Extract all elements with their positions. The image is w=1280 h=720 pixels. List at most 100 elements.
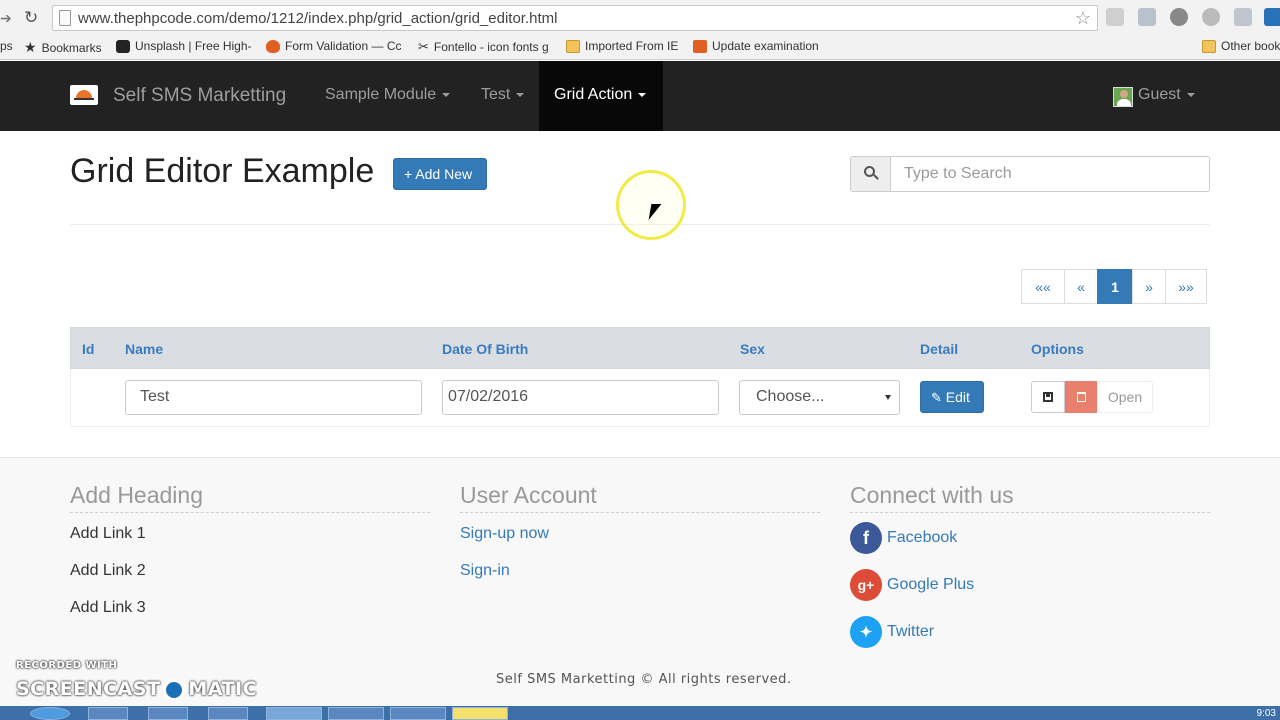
menu-icon[interactable] (1264, 8, 1280, 26)
start-button-icon[interactable] (30, 707, 70, 720)
copyright-text: Self SMS Marketting © All rights reserve… (496, 672, 792, 687)
taskbar-screencast-icon[interactable] (452, 707, 508, 720)
bookmark-label: Bookmarks (41, 40, 102, 55)
top-navbar: Self SMS Marketting Sample Module Test G… (0, 61, 1280, 131)
pagination: «« « 1 » »» (1021, 269, 1207, 304)
watermark-word2: MATIC (188, 678, 258, 700)
dob-input[interactable]: 07/02/2016 (442, 380, 719, 415)
page-icon (59, 10, 71, 26)
brand-name[interactable]: Self SMS Marketting (113, 85, 286, 107)
google-plus-link[interactable]: Google Plus (887, 576, 974, 594)
footer-link[interactable]: Add Link 1 (70, 525, 146, 543)
page-prev[interactable]: « (1064, 269, 1098, 304)
caret-down-icon (442, 92, 451, 97)
taskbar-firefox-icon[interactable] (208, 707, 248, 720)
footer-link[interactable]: Add Link 3 (70, 599, 146, 617)
nav-label: Sample Module (325, 86, 437, 103)
os-taskbar: 9:03 (0, 706, 1280, 720)
bookmark-label: Fontello - icon fonts g (433, 40, 549, 54)
extension-icon[interactable] (1234, 8, 1252, 26)
scissors-icon: ✂ (418, 39, 429, 54)
user-name: Guest (1138, 86, 1181, 103)
nav-sample-module[interactable]: Sample Module (325, 86, 451, 104)
nav-grid-action[interactable]: Grid Action (539, 61, 663, 131)
page-first[interactable]: «« (1021, 269, 1065, 304)
bookmarks-bar: ps ★ Bookmarks Unsplash | Free High- Form… (0, 36, 1280, 58)
twitter-icon[interactable]: ✦ (850, 616, 882, 648)
extension-icon[interactable] (1106, 8, 1124, 26)
folder-icon (566, 39, 580, 53)
page-next[interactable]: » (1132, 269, 1166, 304)
sex-select[interactable]: Choose... (739, 380, 900, 415)
signin-link[interactable]: Sign-in (460, 562, 510, 580)
bookmark-label: Update examination (712, 39, 819, 53)
row-options: Open (1031, 381, 1153, 413)
user-avatar[interactable] (1113, 87, 1133, 107)
address-row: ➔ ↻ www.thephpcode.com/demo/1212/index.p… (0, 0, 1280, 36)
bookmark-unsplash[interactable]: Unsplash | Free High- (116, 39, 252, 53)
nav-test[interactable]: Test (481, 86, 525, 104)
back-arrow-icon[interactable]: ➔ (0, 10, 12, 27)
extension-globe-icon[interactable] (1170, 8, 1188, 26)
bookmark-form-validation[interactable]: Form Validation — Cc (266, 39, 401, 53)
open-button[interactable]: Open (1097, 381, 1153, 413)
search-input[interactable] (892, 157, 1209, 191)
facebook-link[interactable]: Facebook (887, 529, 957, 547)
nav-label: Grid Action (554, 86, 633, 103)
page-last[interactable]: »» (1165, 269, 1207, 304)
add-new-button[interactable]: + Add New (393, 158, 487, 190)
form-icon (693, 39, 707, 53)
bookmark-label: ps (0, 39, 13, 53)
bookmark-update-examination[interactable]: Update examination (693, 39, 819, 53)
taskbar-clock: 9:03 (1256, 708, 1276, 719)
bookmark-imported-from-ie[interactable]: Imported From IE (566, 39, 678, 53)
table-row: Test 07/02/2016 Choose... ✎ Edit Open (70, 369, 1210, 427)
bookmark-bookmarks[interactable]: ★ Bookmarks (24, 39, 102, 56)
save-icon (1043, 392, 1053, 402)
google-plus-icon[interactable]: g+ (850, 569, 882, 601)
taskbar-explorer-icon[interactable] (88, 707, 128, 720)
column-header-detail[interactable]: Detail (920, 341, 958, 357)
star-icon: ★ (24, 39, 37, 55)
twitter-link[interactable]: Twitter (887, 623, 934, 641)
bookmark-label: Other book (1221, 39, 1280, 53)
address-bar[interactable]: www.thephpcode.com/demo/1212/index.php/g… (52, 5, 1098, 31)
facebook-icon[interactable]: f (850, 522, 882, 554)
extension-icon[interactable] (1202, 8, 1220, 26)
column-header-options[interactable]: Options (1031, 341, 1084, 357)
column-header-dob[interactable]: Date Of Birth (442, 341, 528, 357)
page-1[interactable]: 1 (1097, 269, 1133, 304)
trash-icon (1076, 392, 1086, 402)
search-box (850, 156, 1210, 192)
footer-heading-add: Add Heading (70, 482, 430, 513)
extension-shield-icon[interactable] (1138, 8, 1156, 26)
nav-user-menu[interactable]: Guest (1138, 86, 1195, 104)
page-title: Grid Editor Example (70, 152, 375, 190)
taskbar-chrome-icon[interactable] (266, 707, 322, 720)
taskbar-skype-icon[interactable] (328, 707, 384, 720)
screencast-logo-icon (163, 678, 186, 701)
bookmark-star-icon[interactable]: ☆ (1075, 8, 1091, 29)
bookmark-fontello[interactable]: ✂ Fontello - icon fonts g (418, 39, 549, 55)
save-button[interactable] (1031, 381, 1065, 413)
bookmark-other[interactable]: Other book (1202, 39, 1280, 53)
name-input[interactable]: Test (125, 380, 422, 415)
edit-button[interactable]: ✎ Edit (920, 381, 984, 413)
url-text[interactable]: www.thephpcode.com/demo/1212/index.php/g… (78, 10, 557, 27)
reload-icon[interactable]: ↻ (24, 8, 38, 28)
caret-down-icon (516, 92, 525, 97)
footer-link[interactable]: Add Link 2 (70, 562, 146, 580)
brand-logo[interactable] (70, 85, 98, 105)
bookmark-apps[interactable]: ps (0, 39, 13, 53)
taskbar-app-icon[interactable] (148, 707, 188, 720)
caret-down-icon (638, 92, 647, 97)
column-header-sex[interactable]: Sex (740, 341, 765, 357)
dropdown-arrow-icon (885, 395, 891, 400)
column-header-id[interactable]: Id (82, 341, 94, 357)
delete-button[interactable] (1065, 381, 1097, 413)
signup-link[interactable]: Sign-up now (460, 525, 549, 543)
folder-icon (1202, 39, 1216, 53)
taskbar-app-icon[interactable] (390, 707, 446, 720)
caret-down-icon (1186, 92, 1195, 97)
column-header-name[interactable]: Name (125, 341, 163, 357)
